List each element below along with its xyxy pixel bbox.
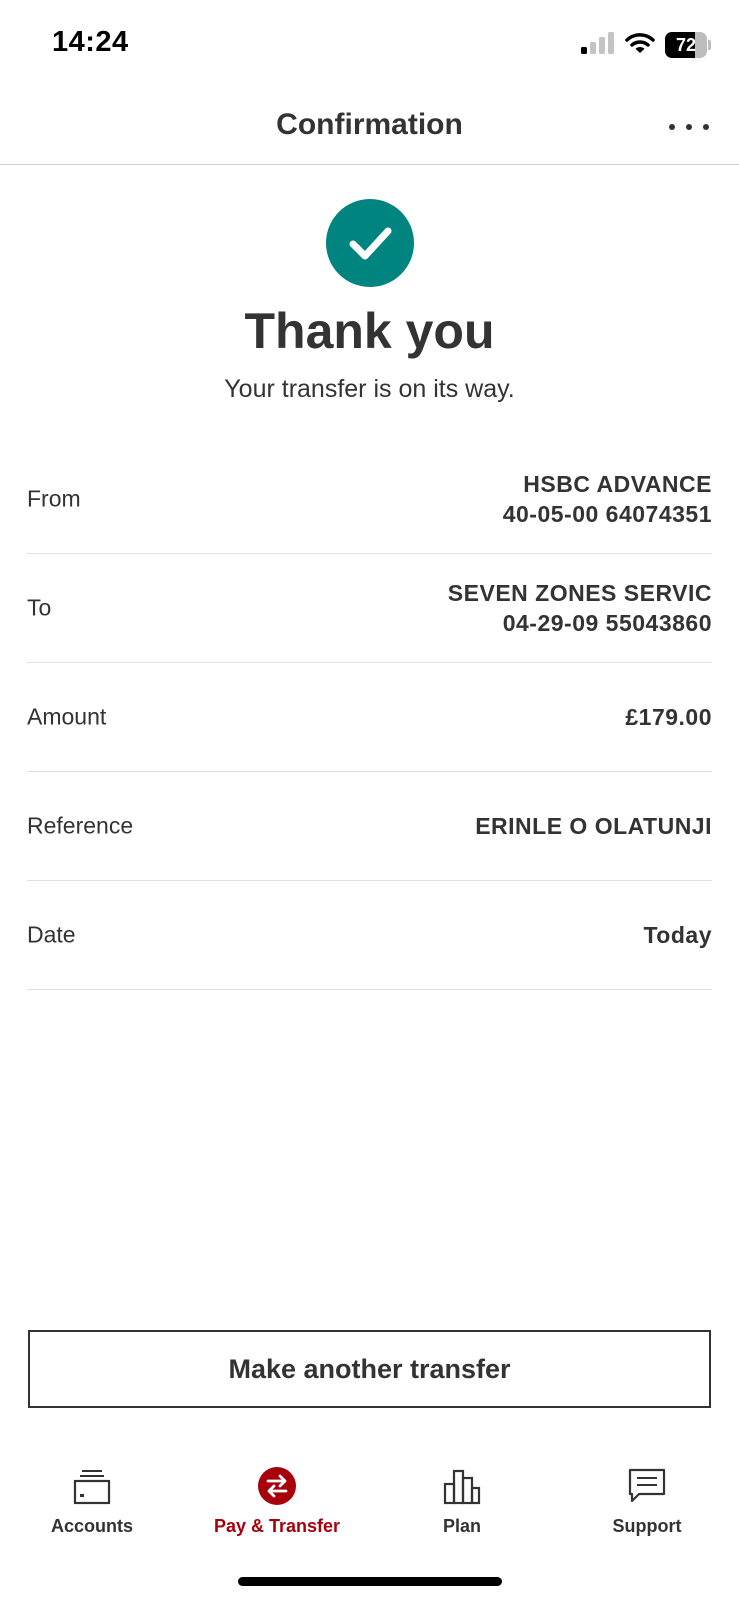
detail-value: £179.00 (625, 702, 712, 732)
check-circle-icon (326, 199, 414, 287)
from-account-name: HSBC ADVANCE (523, 471, 712, 497)
detail-value: HSBC ADVANCE 40-05-00 64074351 (503, 469, 712, 529)
amount-value: £179.00 (625, 704, 712, 730)
wallet-icon (70, 1464, 114, 1508)
date-value: Today (643, 922, 712, 948)
cellular-signal-icon (581, 31, 615, 59)
more-options-icon[interactable] (669, 112, 709, 142)
status-icons: 72 (581, 30, 711, 60)
detail-label: To (27, 594, 52, 621)
home-indicator[interactable] (238, 1577, 502, 1586)
detail-label: Reference (27, 812, 134, 839)
detail-value: ERINLE O OLATUNJI (475, 811, 712, 841)
tab-label: Pay & Transfer (213, 1516, 341, 1536)
battery-level: 72 (675, 35, 697, 55)
detail-row-amount: Amount £179.00 (27, 663, 712, 772)
tab-label: Support (612, 1516, 682, 1536)
tab-label: Accounts (50, 1516, 133, 1536)
status-bar: 14:24 72 (0, 0, 739, 90)
status-time: 14:24 (52, 26, 129, 58)
confirmation-subtitle: Your transfer is on its way. (224, 375, 515, 403)
transfer-arrows-icon (255, 1464, 299, 1508)
tab-support[interactable]: Support (555, 1440, 739, 1540)
detail-row-date: Date Today (27, 881, 712, 990)
to-payee-name: SEVEN ZONES SERVIC (447, 580, 712, 606)
reference-value: ERINLE O OLATUNJI (475, 813, 712, 839)
from-account-number: 40-05-00 64074351 (502, 501, 712, 527)
to-account-number: 04-29-09 55043860 (502, 610, 712, 636)
tab-accounts[interactable]: Accounts (0, 1440, 184, 1540)
chat-icon (625, 1464, 669, 1508)
detail-label: From (27, 485, 81, 512)
detail-row-from: From HSBC ADVANCE 40-05-00 64074351 (27, 445, 712, 554)
detail-value: Today (643, 920, 712, 950)
battery-icon: 72 (665, 32, 711, 58)
transfer-details: From HSBC ADVANCE 40-05-00 64074351 To S… (27, 445, 712, 990)
tab-plan[interactable]: Plan (370, 1440, 554, 1540)
bar-chart-icon (440, 1464, 484, 1508)
page-title: Confirmation (276, 108, 463, 141)
detail-value: SEVEN ZONES SERVIC 04-29-09 55043860 (448, 578, 712, 638)
detail-label: Date (27, 921, 76, 948)
tab-bar: Accounts Pay & Transfer Plan Support (0, 1440, 739, 1550)
make-another-transfer-button[interactable]: Make another transfer (28, 1330, 711, 1408)
detail-label: Amount (27, 703, 107, 730)
confirmation-title: Thank you (244, 303, 495, 359)
detail-row-reference: Reference ERINLE O OLATUNJI (27, 772, 712, 881)
tab-label: Plan (442, 1516, 481, 1536)
nav-header: Confirmation (0, 90, 739, 165)
wifi-icon (625, 32, 655, 59)
tab-pay-and-transfer[interactable]: Pay & Transfer (185, 1440, 369, 1540)
detail-row-to: To SEVEN ZONES SERVIC 04-29-09 55043860 (27, 554, 712, 663)
